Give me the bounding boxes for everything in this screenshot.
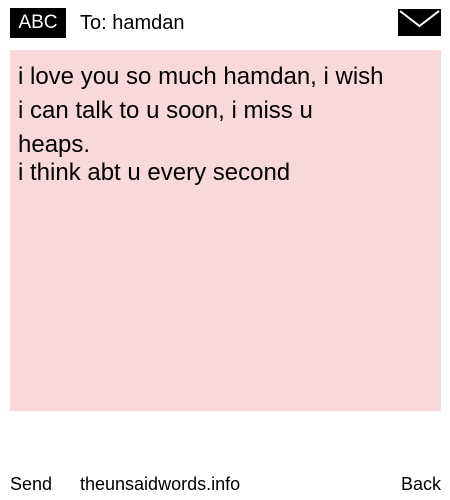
back-button[interactable]: Back <box>401 472 441 496</box>
input-mode-indicator: ABC <box>10 8 66 38</box>
recipient-label: To: hamdan <box>80 12 185 34</box>
site-link[interactable]: theunsaidwords.info <box>80 472 240 496</box>
envelope-icon <box>398 9 441 36</box>
send-button[interactable]: Send <box>10 472 52 496</box>
message-line: i think abt u every second <box>18 159 291 186</box>
message-area[interactable]: i love you so much hamdan, i wish i can … <box>10 50 441 411</box>
message-line: heaps. <box>18 131 91 158</box>
message-line: i can talk to u soon, i miss u <box>18 97 313 124</box>
message-line: i love you so much hamdan, i wish <box>18 63 384 90</box>
